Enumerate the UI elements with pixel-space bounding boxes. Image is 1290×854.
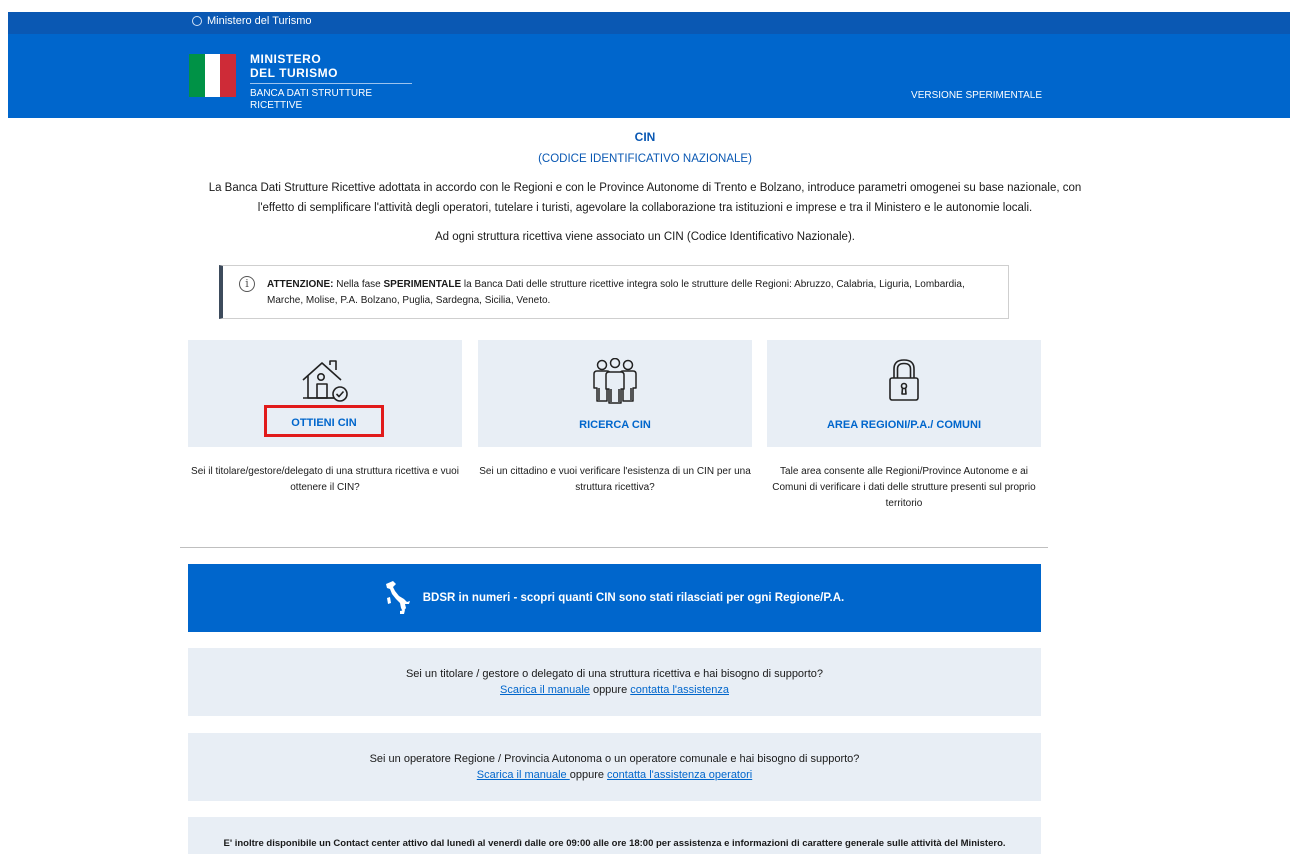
italian-flag-logo[interactable]	[189, 54, 237, 97]
card-ottieni-cin[interactable]: OTTIENI CIN	[188, 340, 462, 447]
notice-text-1: Nella fase	[333, 279, 384, 290]
people-group-icon	[589, 357, 641, 409]
contact-operators-assistance-link[interactable]: contatta l'assistenza operatori	[607, 769, 752, 781]
italy-map-icon	[385, 581, 410, 614]
info-icon: i	[239, 276, 255, 292]
intro-assoc: Ad ogni struttura ricettiva viene associ…	[435, 231, 855, 243]
support-operators-box: Sei un titolare / gestore o delegato di …	[188, 648, 1041, 716]
page-title: CIN	[634, 130, 656, 144]
or-text: oppure	[569, 769, 608, 781]
contact-center-box: E' inoltre disponibile un Contact center…	[188, 817, 1041, 854]
support-question: Sei un operatore Regione / Provincia Aut…	[369, 753, 860, 765]
intro-desc-line-2: l'effetto di semplificare l'attività deg…	[257, 202, 1033, 214]
notice-text: ATTENZIONE: Nella fase SPERIMENTALE la B…	[267, 277, 1002, 309]
house-check-icon	[300, 358, 350, 409]
card-area-regioni[interactable]: AREA REGIONI/P.A./ COMUNI	[767, 340, 1041, 447]
ministry-label: Ministero del Turismo	[207, 15, 312, 27]
top-bar: Ministero del Turismo	[8, 12, 1290, 34]
section-divider	[180, 547, 1048, 548]
support-links: Scarica il manuale oppure contatta l'ass…	[188, 682, 1041, 698]
contact-center-text: E' inoltre disponibile un Contact center…	[223, 838, 1006, 849]
bdsr-banner[interactable]: BDSR in numeri - scopri quanti CIN sono …	[188, 564, 1041, 632]
bdsr-label: BDSR in numeri - scopri quanti CIN sono …	[422, 592, 845, 604]
intro-section: CIN (CODICE IDENTIFICATIVO NAZIONALE) La…	[0, 130, 1290, 243]
emblem-icon	[192, 16, 202, 26]
page-subtitle: (CODICE IDENTIFICATIVO NAZIONALE)	[538, 153, 752, 165]
or-text: oppure	[589, 684, 631, 696]
notice-label: ATTENZIONE:	[267, 279, 334, 290]
support-question: Sei un titolare / gestore o delegato di …	[405, 668, 824, 680]
site-logo[interactable]: MINISTERO DEL TURISMO BANCA DATI STRUTTU…	[250, 52, 412, 112]
logo-divider	[250, 83, 412, 84]
support-links: Scarica il manuale oppure contatta l'ass…	[188, 767, 1041, 783]
download-manual-link[interactable]: Scarica il manuale	[500, 684, 590, 696]
card-label: AREA REGIONI/P.A./ COMUNI	[826, 419, 982, 431]
logo-subtitle: BANCA DATI STRUTTURE RICETTIVE	[250, 88, 373, 111]
intro-description: La Banca Dati Strutture Ricettive adotta…	[0, 178, 1290, 218]
card-description-ottieni: Sei il titolare/gestore/delegato di una …	[191, 466, 459, 493]
card-label: RICERCA CIN	[579, 419, 651, 431]
card-ricerca-cin[interactable]: RICERCA CIN	[478, 340, 752, 447]
logo-line-2: DEL TURISMO	[250, 66, 338, 80]
site-header: MINISTERO DEL TURISMO BANCA DATI STRUTTU…	[8, 34, 1290, 118]
padlock-icon	[886, 358, 922, 409]
logo-line-1: MINISTERO	[250, 52, 322, 66]
notice-box: i ATTENZIONE: Nella fase SPERIMENTALE la…	[219, 265, 1009, 319]
download-manual-link[interactable]: Scarica il manuale	[477, 769, 570, 781]
card-description-area: Tale area consente alle Regioni/Province…	[772, 466, 1036, 509]
card-description-ricerca: Sei un cittadino e vuoi verificare l'esi…	[479, 466, 751, 493]
ministry-link[interactable]: Ministero del Turismo	[192, 15, 312, 27]
contact-assistance-link[interactable]: contatta l'assistenza	[630, 684, 729, 696]
version-label: VERSIONE SPERIMENTALE	[911, 90, 1042, 101]
card-label: OTTIENI CIN	[264, 405, 384, 437]
support-regions-box: Sei un operatore Regione / Provincia Aut…	[188, 733, 1041, 801]
notice-emphasis: SPERIMENTALE	[383, 279, 462, 290]
intro-desc-line-1: La Banca Dati Strutture Ricettive adotta…	[208, 182, 1082, 194]
